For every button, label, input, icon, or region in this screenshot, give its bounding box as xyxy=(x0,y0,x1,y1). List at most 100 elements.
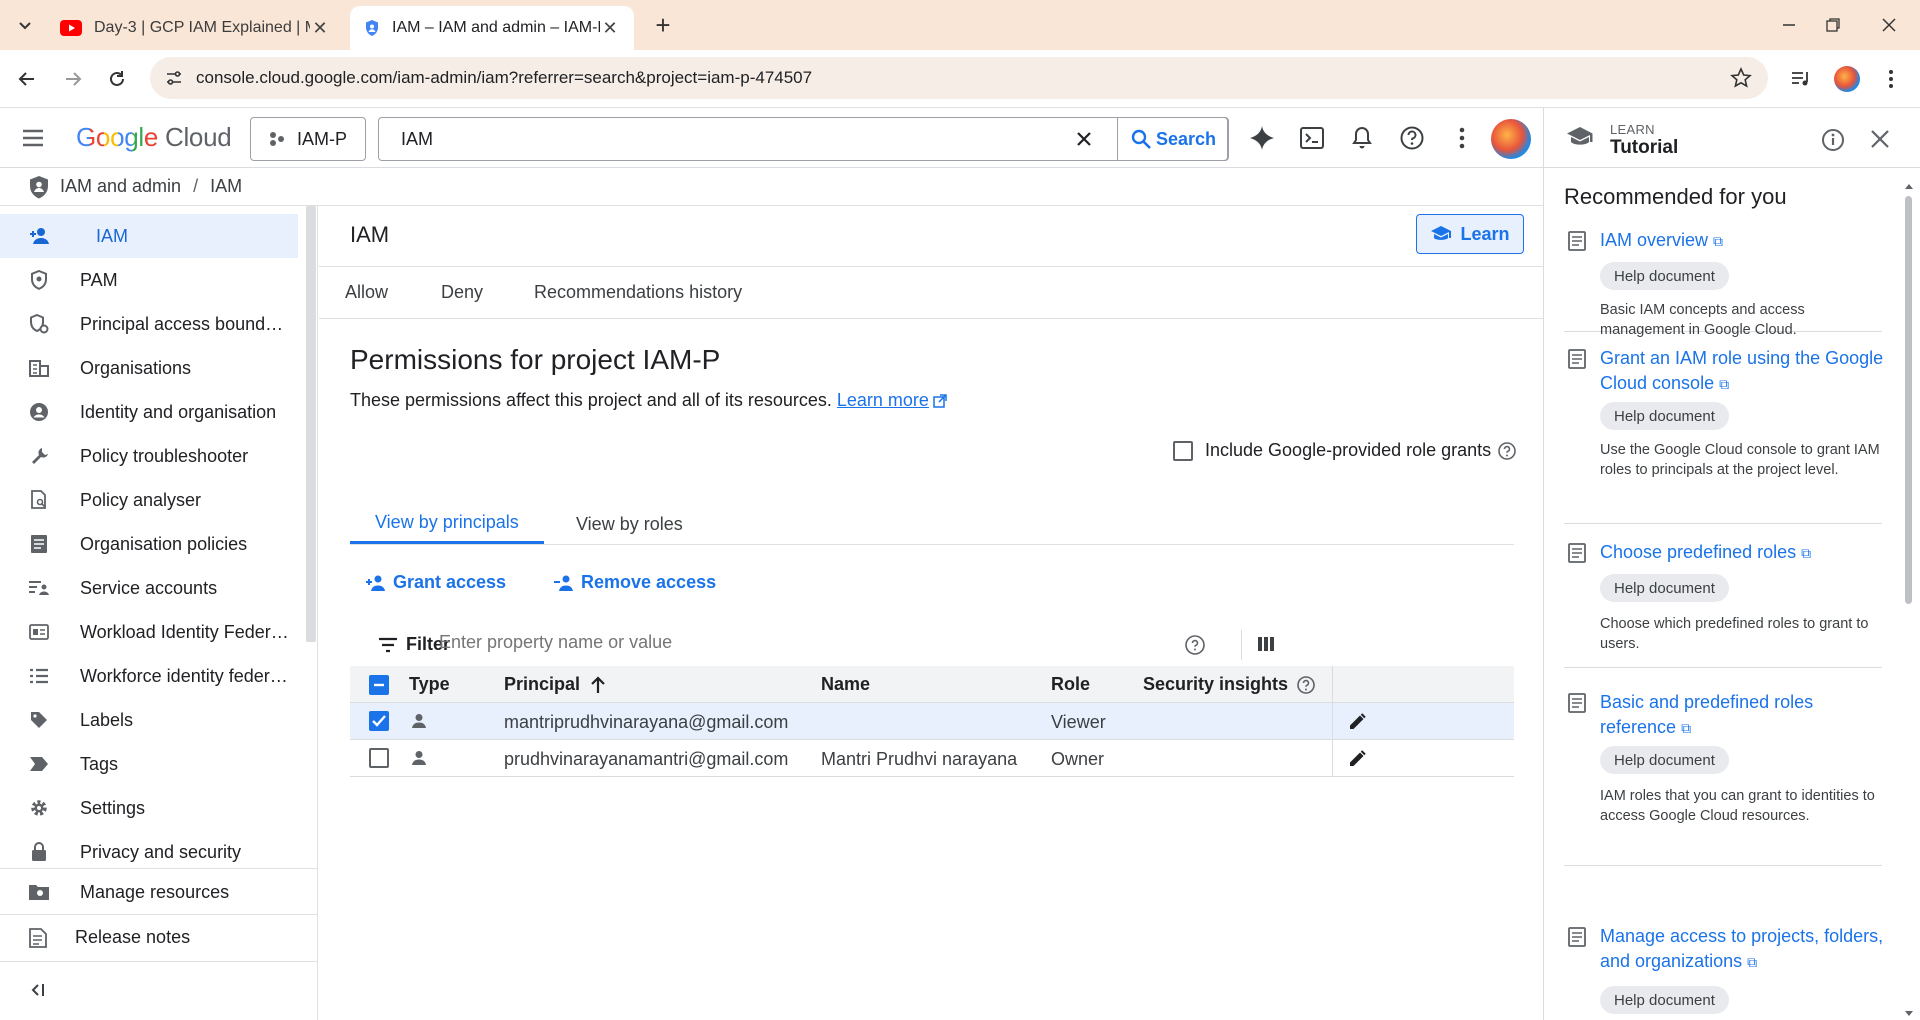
scroll-up-icon[interactable] xyxy=(1904,182,1914,190)
release-notes-link[interactable]: Release notes xyxy=(0,914,317,960)
scroll-down-icon[interactable] xyxy=(1904,1010,1914,1018)
sidebar-item-workload-identity[interactable]: Workload Identity Federation xyxy=(0,610,298,654)
panel-scrollbar[interactable] xyxy=(1903,180,1913,1020)
search-input[interactable] xyxy=(401,128,1061,150)
restore-icon[interactable] xyxy=(1820,12,1846,38)
project-picker-button[interactable]: IAM-P xyxy=(250,117,366,161)
row-checkbox[interactable] xyxy=(369,748,389,768)
breadcrumb-current[interactable]: IAM xyxy=(210,176,242,197)
document-icon xyxy=(1568,349,1586,369)
sidebar-item-organisations[interactable]: Organisations xyxy=(0,346,298,390)
minimize-icon[interactable] xyxy=(1776,12,1802,38)
collapse-nav-button[interactable] xyxy=(0,961,317,1020)
help-icon[interactable] xyxy=(1396,122,1428,154)
card-link[interactable]: Choose predefined roles ⧉ xyxy=(1600,540,1890,566)
sidebar-footer: Manage resources Release notes xyxy=(0,868,317,1020)
tab-view-by-principals[interactable]: View by principals xyxy=(350,504,544,544)
panel-scrollbar-thumb[interactable] xyxy=(1905,196,1912,604)
close-tab-icon[interactable]: ✕ xyxy=(600,18,620,38)
edit-pencil-icon[interactable] xyxy=(1347,749,1367,769)
sidebar-item-labels[interactable]: Labels xyxy=(0,698,298,742)
help-icon[interactable] xyxy=(1296,675,1316,695)
new-tab-button[interactable]: + xyxy=(650,10,676,40)
column-name: Name xyxy=(821,674,871,694)
sidebar-item-label: Policy troubleshooter xyxy=(80,445,249,466)
cloud-shell-icon[interactable] xyxy=(1296,122,1328,154)
remove-access-label: Remove access xyxy=(581,572,717,592)
search-button[interactable]: Search xyxy=(1117,117,1229,161)
reload-icon[interactable] xyxy=(102,64,132,94)
principal-email: mantriprudhvinarayana@gmail.com xyxy=(504,712,789,732)
sidebar-item-service-accounts[interactable]: Service accounts xyxy=(0,566,298,610)
list-icon xyxy=(28,665,50,687)
column-principal[interactable]: Principal xyxy=(504,674,606,695)
site-settings-icon[interactable] xyxy=(164,68,184,88)
tab-recommendations-history[interactable]: Recommendations history xyxy=(534,282,742,303)
card-link[interactable]: IAM overview ⧉ xyxy=(1600,228,1890,254)
gear-icon xyxy=(28,797,50,819)
help-document-chip: Help document xyxy=(1600,262,1729,290)
breadcrumb-parent[interactable]: IAM and admin xyxy=(60,176,181,197)
filter-help-icon[interactable] xyxy=(1184,634,1206,656)
sidebar-item-organisation-policies[interactable]: Organisation policies xyxy=(0,522,298,566)
media-controls-icon[interactable] xyxy=(1786,64,1816,94)
learn-button[interactable]: Learn xyxy=(1416,214,1524,254)
learn-more-link[interactable]: Learn more xyxy=(837,390,929,411)
recommendation-card: Manage access to projects, folders, and … xyxy=(1564,924,1883,1020)
select-all-checkbox[interactable] xyxy=(369,675,389,695)
row-checkbox[interactable] xyxy=(369,711,389,731)
sidebar-scrollbar[interactable] xyxy=(306,206,316,642)
tab-view-by-roles[interactable]: View by roles xyxy=(551,504,708,544)
card-link[interactable]: Grant an IAM role using the Google Cloud… xyxy=(1600,346,1890,397)
remove-access-button[interactable]: Remove access xyxy=(553,572,716,593)
edit-pencil-icon[interactable] xyxy=(1347,712,1367,732)
account-avatar[interactable] xyxy=(1491,119,1531,159)
sidebar-item-pam[interactable]: PAM xyxy=(0,258,298,302)
hamburger-menu-icon[interactable] xyxy=(20,125,46,151)
browser-menu-icon[interactable] xyxy=(1876,64,1906,94)
sidebar-item-policy-troubleshooter[interactable]: Policy troubleshooter xyxy=(0,434,298,478)
include-google-grants-checkbox[interactable] xyxy=(1173,440,1193,461)
table-row[interactable]: mantriprudhvinarayana@gmail.com Viewer xyxy=(350,703,1514,740)
tab-search-chevron-icon[interactable] xyxy=(12,12,38,38)
sort-arrow-up-icon[interactable] xyxy=(590,675,606,694)
filter-bar: Filter xyxy=(350,618,1514,672)
gemini-sparkle-icon[interactable] xyxy=(1246,122,1278,154)
browser-tab-youtube[interactable]: Day-3 | GCP IAM Explained | Mo ✕ xyxy=(46,6,344,50)
grant-access-button[interactable]: Grant access xyxy=(365,572,506,593)
sidebar-item-settings[interactable]: Settings xyxy=(0,786,298,830)
forward-icon[interactable] xyxy=(58,64,88,94)
sidebar-item-identity-organisation[interactable]: Identity and organisation xyxy=(0,390,298,434)
close-icon[interactable] xyxy=(1869,128,1891,150)
profile-avatar[interactable] xyxy=(1832,64,1862,94)
sidebar-item-policy-analyser[interactable]: Policy analyser xyxy=(0,478,298,522)
bookmark-star-icon[interactable] xyxy=(1730,67,1752,89)
person-icon xyxy=(412,714,426,728)
sidebar-item-iam[interactable]: IAM xyxy=(0,214,298,258)
filter-input[interactable] xyxy=(439,632,1039,653)
tab-deny[interactable]: Deny xyxy=(441,282,483,303)
card-link[interactable]: Manage access to projects, folders, and … xyxy=(1600,924,1890,975)
sidebar-item-principal-access-boundary[interactable]: Principal access boundary policies xyxy=(0,302,298,346)
sidebar-item-workforce-identity[interactable]: Workforce identity federation xyxy=(0,654,298,698)
sidebar-item-tags[interactable]: Tags xyxy=(0,742,298,786)
card-link[interactable]: Basic and predefined roles reference ⧉ xyxy=(1600,690,1890,741)
column-display-icon[interactable] xyxy=(1256,634,1276,654)
address-bar[interactable]: console.cloud.google.com/iam-admin/iam?r… xyxy=(150,57,1768,99)
table-row[interactable]: prudhvinarayanamantri@gmail.com Mantri P… xyxy=(350,740,1514,777)
back-icon[interactable] xyxy=(12,64,42,94)
google-cloud-logo[interactable]: Google Cloud xyxy=(76,122,232,153)
card-title: Basic and predefined roles reference xyxy=(1600,692,1814,737)
more-vert-icon[interactable] xyxy=(1446,122,1478,154)
help-icon[interactable] xyxy=(1497,441,1517,461)
browser-tab-iam[interactable]: IAM – IAM and admin – IAM-P ✕ xyxy=(350,6,634,50)
tab-allow[interactable]: Allow xyxy=(345,282,388,303)
clear-search-icon[interactable] xyxy=(1073,128,1095,150)
manage-resources-link[interactable]: Manage resources xyxy=(0,869,317,915)
school-cap-icon xyxy=(1431,226,1452,240)
include-google-grants: Include Google-provided role grants xyxy=(1173,440,1517,461)
info-icon[interactable] xyxy=(1821,128,1845,152)
close-tab-icon[interactable]: ✕ xyxy=(310,18,330,38)
notifications-bell-icon[interactable] xyxy=(1346,122,1378,154)
close-window-icon[interactable] xyxy=(1876,12,1902,38)
